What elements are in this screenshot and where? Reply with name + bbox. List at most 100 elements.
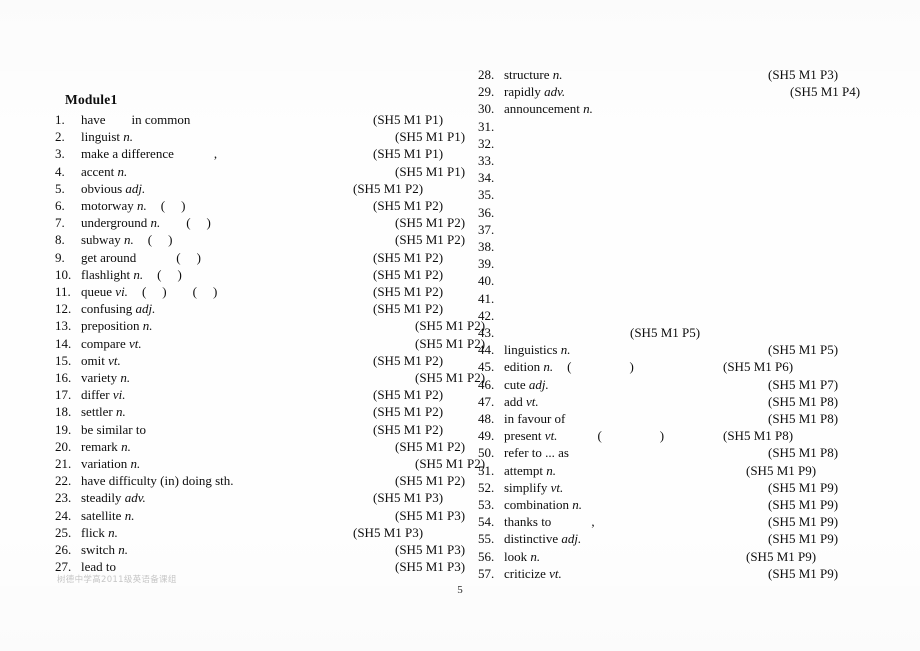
vocabulary-row: 19. be similar to (SH5 M1 P2) [55, 421, 455, 438]
part-of-speech: n. [546, 462, 556, 478]
empty-parentheses: () [176, 249, 201, 265]
vocabulary-term: flashlight n.() [81, 266, 182, 282]
vocabulary-term: motorway n.() [81, 198, 186, 213]
source-reference: (SH5 M1 P2) [395, 473, 466, 489]
vocabulary-row: 21. variation n. (SH5 M1 P2) [55, 455, 485, 472]
vocabulary-row: 5. obvious adj. (SH5 M1 P2) [55, 180, 455, 197]
vocabulary-term: satellite n. [81, 507, 135, 523]
row-number: 20. [55, 438, 72, 454]
row-number: 35. [478, 187, 495, 203]
source-reference: (SH5 M1 P9) [746, 462, 817, 478]
row-number: 6. [55, 198, 65, 213]
vocabulary-term: variety n. [81, 370, 131, 385]
row-number: 30. [478, 101, 495, 117]
source-reference: (SH5 M1 P2) [353, 180, 424, 196]
vocabulary-row: 36. [478, 204, 898, 221]
vocabulary-row: 47. add vt. (SH5 M1 P8) [478, 393, 898, 410]
part-of-speech: adj. [135, 301, 156, 317]
row-number: 44. [478, 342, 495, 358]
vocabulary-term: distinctive adj. [504, 531, 582, 547]
source-reference: (SH5 M1 P8) [723, 428, 794, 444]
part-of-speech: adv. [544, 84, 566, 100]
document-page: Module1 1. have in common (SH5 M1 P1) 2. ling… [0, 0, 920, 651]
part-of-speech: n. [133, 266, 144, 282]
vocabulary-term: linguist n. [81, 129, 134, 145]
vocabulary-row: 39. [478, 255, 898, 272]
part-of-speech: vt. [526, 393, 539, 409]
vocabulary-row: 30. announcement n. [478, 100, 898, 117]
vocabulary-row: 53. combination n. (SH5 M1 P9) [478, 496, 898, 513]
part-of-speech: n. [543, 359, 554, 375]
part-of-speech: vt. [108, 352, 121, 368]
row-number: 2. [55, 129, 65, 145]
vocabulary-row: 2. linguist n. (SH5 M1 P1) [55, 128, 465, 145]
vocabulary-term: simplify vt. [504, 479, 564, 495]
vocabulary-row: 54. thanks to, (SH5 M1 P9) [478, 513, 898, 530]
vocabulary-term: remark n. [81, 438, 131, 454]
vocabulary-term: add vt. [504, 393, 539, 409]
vocabulary-row: 38. [478, 238, 898, 255]
part-of-speech: n. [150, 215, 161, 231]
vocabulary-row: 45. edition n.() (SH5 M1 P6) [478, 358, 898, 375]
row-number: 9. [55, 249, 65, 265]
vocabulary-row: 24. satellite n. (SH5 M1 P3) [55, 507, 465, 524]
row-number: 39. [478, 256, 495, 272]
part-of-speech: n. [572, 497, 582, 512]
vocabulary-row: 3. make a difference, (SH5 M1 P1) [55, 145, 455, 162]
row-number: 18. [55, 404, 72, 420]
vocabulary-row: 52. simplify vt. (SH5 M1 P9) [478, 479, 898, 496]
vocabulary-term: rapidly adv. [504, 84, 566, 100]
vocabulary-row: 14. compare vt. (SH5 M1 P2) [55, 335, 485, 352]
vocabulary-row: 42. [478, 307, 898, 324]
row-number: 16. [55, 370, 72, 385]
source-reference: (SH5 M1 P6) [723, 359, 794, 375]
vocabulary-row: 43. (SH5 M1 P5) [478, 324, 898, 341]
vocabulary-term: in favour of [504, 411, 566, 426]
row-number: 43. [478, 325, 495, 340]
vocabulary-row: 10. flashlight n.() (SH5 M1 P2) [55, 266, 455, 283]
source-reference: (SH5 M1 P3) [373, 490, 444, 506]
row-number: 15. [55, 352, 72, 368]
row-number: 13. [55, 318, 72, 334]
vocabulary-row: 7. underground n.() (SH5 M1 P2) [55, 214, 465, 231]
part-of-speech: vi. [112, 387, 126, 403]
vocabulary-term: compare vt. [81, 335, 142, 351]
source-reference: (SH5 M1 P8) [768, 393, 839, 409]
part-of-speech: adj. [561, 531, 582, 547]
vocabulary-term: have difficulty (in) doing sth. [81, 473, 234, 489]
vocabulary-row: 13. preposition n. (SH5 M1 P2) [55, 317, 485, 334]
empty-parentheses: () [157, 266, 182, 282]
module-heading: Module1 [65, 92, 118, 107]
empty-parentheses: () [147, 232, 173, 248]
vocabulary-row: 17. differ vi. (SH5 M1 P2) [55, 386, 455, 403]
part-of-speech: n. [136, 198, 147, 213]
part-of-speech: n. [560, 342, 571, 358]
vocabulary-term: accent n. [81, 163, 128, 179]
row-number: 57. [478, 565, 495, 581]
empty-parentheses: () [141, 284, 167, 299]
vocabulary-term: differ vi. [81, 387, 126, 403]
row-number: 32. [478, 135, 495, 151]
vocabulary-term: omit vt. [81, 352, 121, 368]
row-number: 28. [478, 67, 495, 82]
vocabulary-row: 23. steadily adv. (SH5 M1 P3) [55, 489, 455, 506]
row-number: 36. [478, 204, 495, 220]
vocabulary-term: subway n.() [81, 232, 173, 248]
vocabulary-row: 44. linguistics n. (SH5 M1 P5) [478, 341, 898, 358]
vocabulary-row: 25. flick n. (SH5 M1 P3) [55, 524, 455, 541]
part-of-speech: n. [121, 438, 131, 454]
part-of-speech: n. [142, 318, 153, 334]
vocabulary-term: refer to ... as [504, 445, 569, 461]
source-reference: (SH5 M1 P7) [768, 376, 839, 392]
vocabulary-term: settler n. [81, 404, 126, 420]
source-reference: (SH5 M1 P3) [353, 524, 424, 540]
part-of-speech: n. [120, 370, 131, 385]
vocabulary-term: attempt n. [504, 462, 556, 478]
source-reference: (SH5 M1 P8) [768, 411, 839, 426]
source-reference: (SH5 M1 P4) [790, 84, 861, 100]
row-number: 48. [478, 411, 495, 426]
source-reference: (SH5 M1 P9) [746, 548, 817, 564]
source-reference: (SH5 M1 P3) [768, 67, 839, 82]
source-reference: (SH5 M1 P9) [768, 531, 839, 547]
row-number: 26. [55, 542, 72, 557]
